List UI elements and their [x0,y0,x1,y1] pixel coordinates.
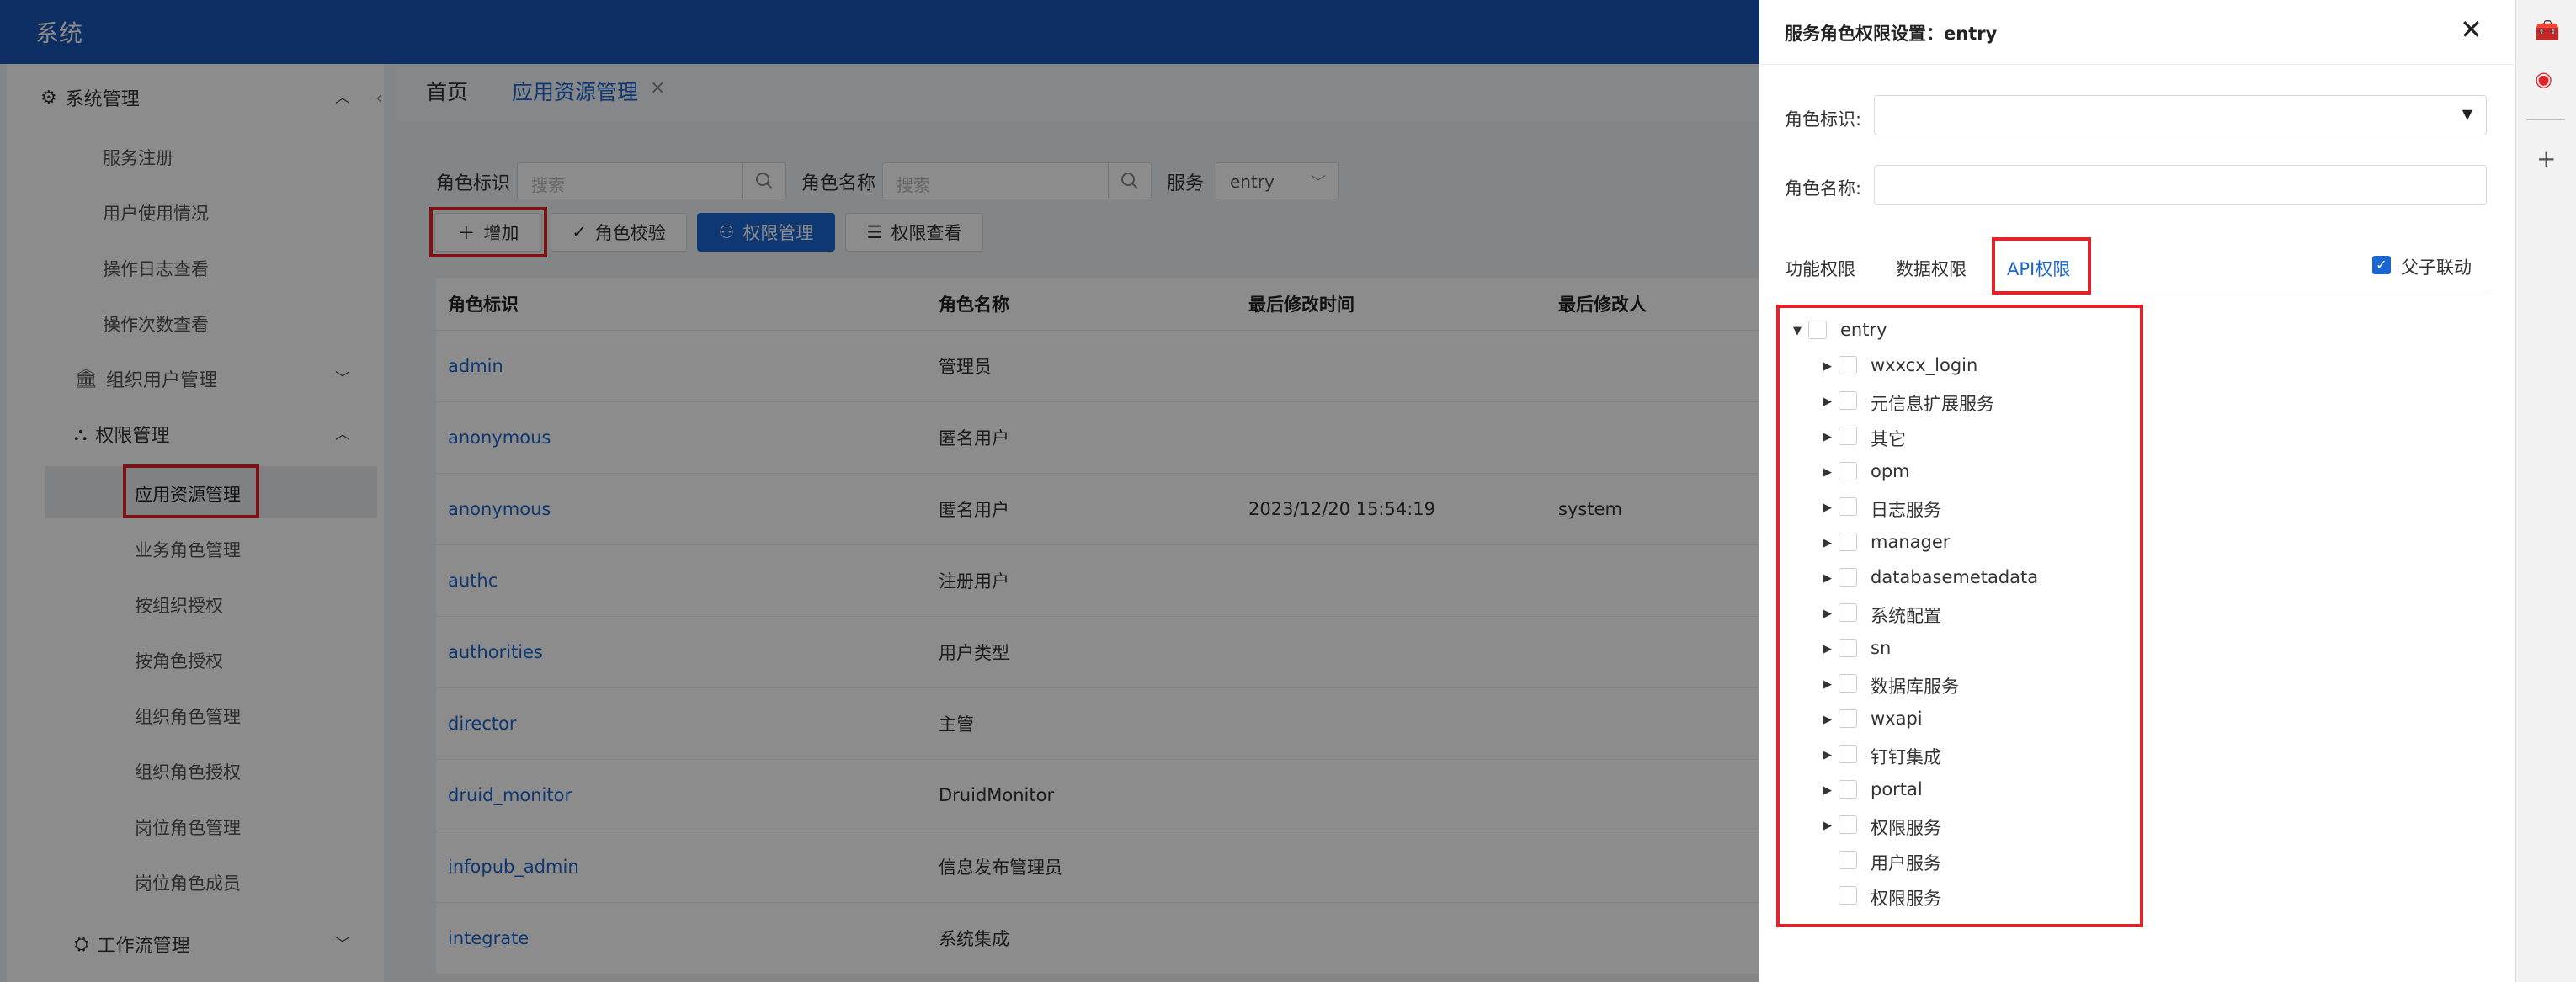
caret-right-icon[interactable]: ▶ [1823,360,1832,373]
caret-right-icon[interactable]: ▶ [1823,431,1832,443]
tree-node-leaf[interactable]: 权限服务 [1823,882,2126,916]
tree-checkbox[interactable] [1839,462,1857,480]
tree-node[interactable]: ▶ 其它 [1823,422,2126,456]
tree-node[interactable]: ▶ 日志服务 [1823,493,2126,527]
caret-right-icon[interactable]: ▶ [1823,502,1832,514]
tree-node-leaf[interactable]: 用户服务 [1823,847,2126,880]
tree-checkbox[interactable] [1839,780,1857,799]
tree-checkbox[interactable] [1839,533,1857,551]
role-name-input[interactable] [1874,165,2487,205]
caret-right-icon[interactable]: ▶ [1823,678,1832,691]
tree-node[interactable]: ▶ 权限服务 [1823,811,2126,845]
tree-node-label: 日志服务 [1871,500,1941,520]
caret-right-icon[interactable]: ▶ [1823,537,1832,549]
role-id-field-label: 角色标识: [1785,109,1862,130]
tree-node[interactable]: ▶ 数据库服务 [1823,670,2126,703]
tree-checkbox[interactable] [1839,391,1857,410]
drawer-title: 服务角色权限设置：entry [1785,24,1998,44]
tree-node-label: 钉钉集成 [1871,747,1941,767]
tree-checkbox[interactable] [1839,497,1857,516]
tree-node[interactable]: ▶ wxapi [1823,705,2126,739]
tree-checkbox[interactable] [1839,568,1857,587]
caret-right-icon[interactable]: ▶ [1823,820,1832,832]
tree-node[interactable]: ▶ 钉钉集成 [1823,740,2126,774]
highlight-box [1992,237,2091,295]
tree-node[interactable]: ▶ databasemetadata [1823,564,2126,597]
tree-node-label: entry [1840,320,1887,340]
tree-checkbox[interactable] [1839,639,1857,657]
tree-node[interactable]: ▶ opm [1823,458,2126,491]
tree-node[interactable]: ▶ manager [1823,528,2126,562]
caret-right-icon[interactable]: ▶ [1823,395,1832,408]
tree-node-label: opm [1871,461,1910,481]
caret-right-icon[interactable]: ▶ [1823,608,1832,620]
divider [2526,119,2565,120]
tree-node-label: portal [1871,779,1923,799]
tree-node-label: 权限服务 [1871,818,1941,838]
tree-checkbox[interactable] [1839,603,1857,622]
tab-function-perm[interactable]: 功能权限 [1785,256,1855,281]
tree-node-root[interactable]: ▼ entry [1793,316,2046,350]
close-icon[interactable]: ✕ [2460,13,2483,45]
tree-node[interactable]: ▶ wxxcx_login [1823,352,2126,385]
caret-right-icon[interactable]: ▶ [1823,643,1832,656]
linkage-checkbox[interactable]: ✓ [2372,256,2391,274]
divider [1759,64,2515,65]
caret-right-icon[interactable]: ▶ [1823,749,1832,762]
tree-node-label: 元信息扩展服务 [1871,394,1994,414]
caret-right-icon[interactable]: ▶ [1823,466,1832,479]
role-name-field-label: 角色名称: [1785,178,1862,199]
tree-node[interactable]: ▶ 元信息扩展服务 [1823,387,2126,421]
tree-checkbox[interactable] [1839,427,1857,445]
caret-down-icon[interactable]: ▼ [1793,325,1802,337]
tree-node-label: 其它 [1871,429,1906,449]
weibo-icon[interactable]: ◉ [2535,67,2552,91]
caret-right-icon[interactable]: ▶ [1823,784,1832,797]
caret-down-icon: ▼ [2462,106,2472,122]
tree-node-label: databasemetadata [1871,567,2039,587]
drawer-mask[interactable] [0,0,1759,982]
add-icon[interactable]: + [2536,145,2556,173]
tree-node-label: 系统配置 [1871,606,1941,626]
tree-node-label: manager [1871,532,1951,552]
caret-right-icon[interactable]: ▶ [1823,572,1832,585]
browser-side-rail: 🧰 ◉ + [2515,0,2576,982]
tree-checkbox[interactable] [1839,851,1857,869]
tree-node[interactable]: ▶ sn [1823,634,2126,668]
tab-data-perm[interactable]: 数据权限 [1896,256,1967,281]
tree-node-label: wxapi [1871,709,1923,729]
tree-node-label: 权限服务 [1871,889,1941,909]
tree-node-label: sn [1871,638,1892,658]
tree-node[interactable]: ▶ 系统配置 [1823,599,2126,633]
tree-node-label: 数据库服务 [1871,677,1959,697]
tree-checkbox[interactable] [1839,745,1857,763]
caret-right-icon[interactable]: ▶ [1823,714,1832,726]
tree-node-label: wxxcx_login [1871,355,1978,375]
tree-checkbox[interactable] [1839,815,1857,834]
toolbox-icon[interactable]: 🧰 [2535,19,2560,42]
tree-checkbox[interactable] [1839,886,1857,905]
tree-checkbox[interactable] [1808,321,1827,339]
tree-node[interactable]: ▶ portal [1823,776,2126,809]
tree-checkbox[interactable] [1839,709,1857,728]
tree-checkbox[interactable] [1839,674,1857,693]
role-id-select[interactable]: ▼ [1874,95,2487,135]
perm-drawer: 服务角色权限设置：entry ✕ 角色标识: ▼ 角色名称: 功能权限 数据权限… [1759,0,2515,982]
tree-node-label: 用户服务 [1871,853,1941,873]
linkage-label: 父子联动 [2401,257,2472,278]
tree-checkbox[interactable] [1839,356,1857,374]
